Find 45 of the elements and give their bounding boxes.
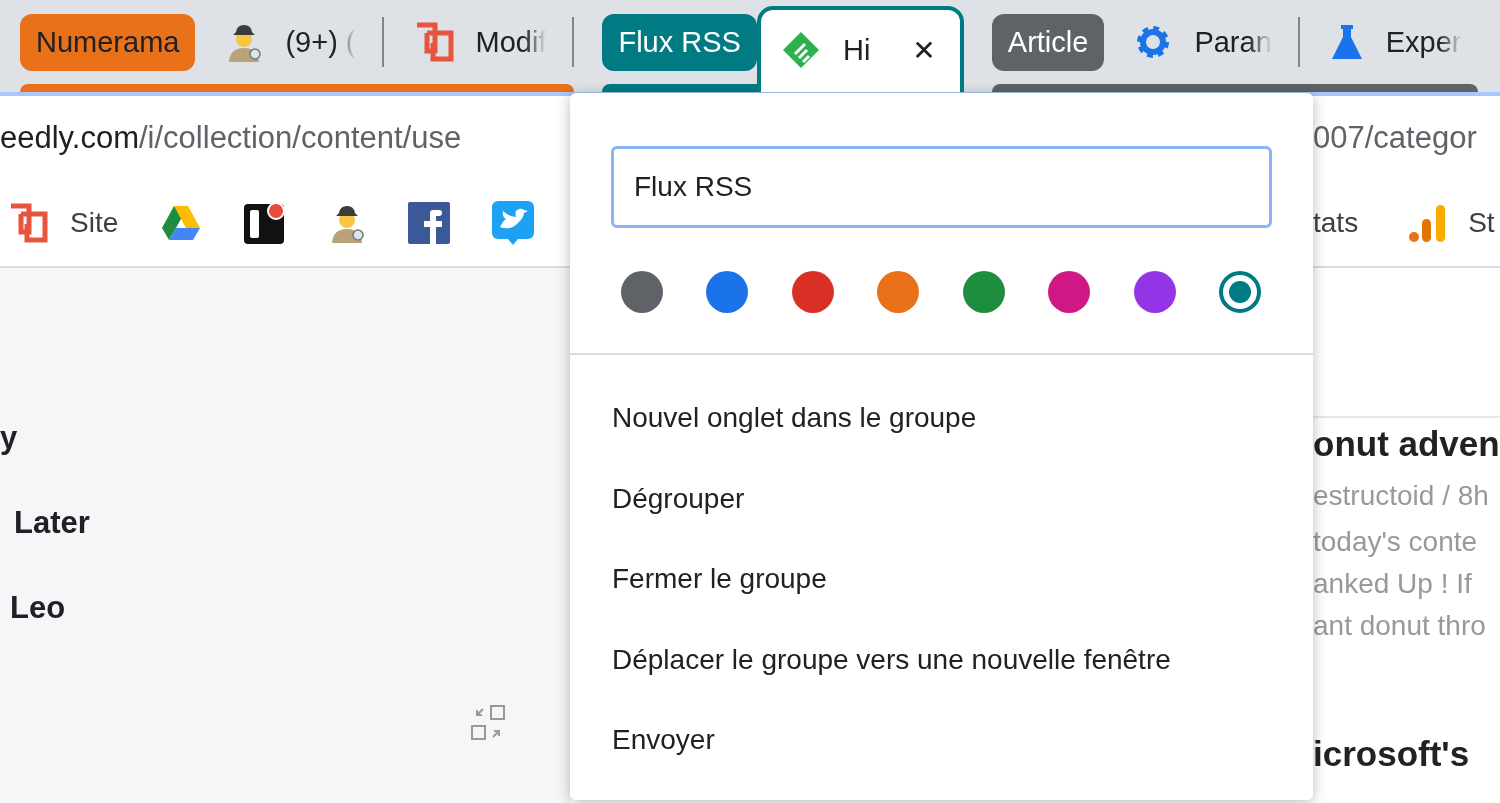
article-title[interactable]: onut adven (1313, 424, 1500, 464)
tab-group-chip[interactable]: Flux RSS (602, 13, 757, 71)
browser-tab[interactable]: Modif (383, 13, 563, 71)
article-excerpt-line: today's conte (1313, 526, 1479, 558)
group-name-field[interactable]: Flux RSS (611, 146, 1272, 228)
facebook-icon (408, 202, 451, 244)
color-swatch[interactable] (877, 271, 920, 313)
collapse-icon[interactable] (470, 705, 506, 741)
browser-tab[interactable]: Exper (1299, 13, 1478, 71)
menu-item[interactable]: Déplacer le groupe vers une nouvelle fenêtre (570, 619, 1313, 700)
url-text[interactable]: 007/categor (1313, 120, 1477, 156)
tab-group-chip[interactable]: Article (991, 13, 1105, 71)
flask-icon (1329, 23, 1364, 61)
article-source: estructoid / 8h (1313, 480, 1490, 512)
color-swatch[interactable] (1218, 271, 1261, 313)
bird-icon (492, 201, 535, 245)
menu-item[interactable]: Envoyer (570, 700, 1313, 781)
url-text[interactable]: eedly.com/i/collection/content/use (0, 120, 462, 155)
menu-item[interactable]: Fermer le groupe (570, 539, 1313, 620)
menu-item[interactable]: Dégrouper (570, 458, 1313, 539)
browser-tab[interactable]: Paran (1104, 13, 1288, 71)
article-excerpt-line: ant donut thro (1313, 610, 1487, 642)
color-swatch[interactable] (1133, 271, 1176, 313)
color-swatch[interactable] (706, 271, 749, 313)
bookmark-label[interactable]: Site (70, 207, 119, 239)
browser-tab[interactable]: Hi ✕ (756, 6, 964, 92)
sidebar-item[interactable]: Later (0, 505, 570, 543)
app-icon (244, 202, 287, 244)
sidebar-item[interactable]: Leo (0, 590, 570, 628)
menu-item[interactable]: Nouvel onglet dans le groupe (570, 378, 1313, 459)
bookmark-label[interactable]: St (1468, 207, 1495, 239)
color-swatch[interactable] (1048, 271, 1091, 313)
color-swatch[interactable] (962, 271, 1005, 313)
drive-icon (160, 204, 203, 242)
bookmark-label[interactable]: tats (1313, 207, 1359, 239)
logo-icon (8, 203, 48, 243)
article-excerpt-line: anked Up ! If (1313, 568, 1473, 600)
close-tab-button[interactable]: ✕ (912, 33, 936, 67)
color-swatch[interactable] (621, 271, 663, 313)
color-swatch[interactable] (791, 271, 834, 313)
tab-group-chip[interactable]: Numerama (20, 13, 196, 71)
article-title[interactable]: icrosoft's (1313, 734, 1500, 774)
sidebar-item[interactable]: y (0, 420, 570, 458)
browser-tab[interactable]: (9+) ( (195, 13, 372, 71)
bar-chart-icon (1408, 203, 1447, 243)
